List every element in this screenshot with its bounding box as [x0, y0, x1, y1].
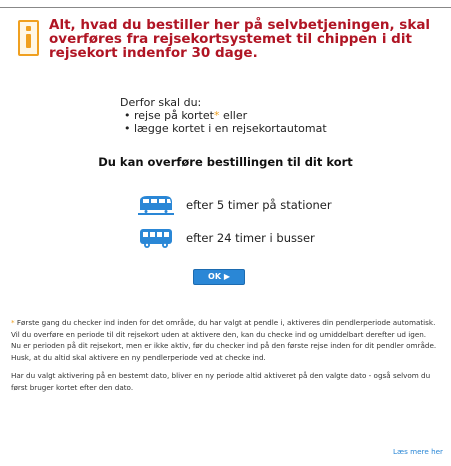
instructions: Derfor skal du: rejse på kortet* eller l… — [120, 96, 327, 135]
instructions-list: rejse på kortet* eller lægge kortet i en… — [120, 109, 327, 135]
bus-method-label: efter 24 timer i busser — [186, 231, 315, 245]
footnote: * Første gang du checker ind inden for d… — [11, 318, 436, 327]
alert-box: Alt, hvad du bestiller her på selvbetjen… — [10, 18, 440, 60]
footnotes: * Første gang du checker ind inden for d… — [11, 317, 443, 393]
footnote: Nu er perioden på dit rejsekort, men er … — [11, 341, 437, 362]
ok-button[interactable]: OK ▶ — [193, 269, 245, 285]
list-item: rejse på kortet* eller — [124, 109, 327, 122]
bus-icon — [140, 229, 172, 248]
top-divider — [0, 7, 451, 8]
alert-message: Alt, hvad du bestiller her på selvbetjen… — [49, 17, 431, 61]
train-icon — [138, 196, 174, 215]
list-item: lægge kortet i en rejsekortautomat — [124, 122, 327, 135]
footnote: Vil du overføre en periode til dit rejse… — [11, 329, 427, 339]
train-method: efter 5 timer på stationer — [138, 193, 332, 217]
read-more-link[interactable]: Læs mere her — [393, 447, 443, 456]
footnote: Har du valgt aktivering på en bestemt da… — [11, 371, 431, 392]
bus-method: efter 24 timer i busser — [138, 226, 315, 250]
train-method-label: efter 5 timer på stationer — [186, 198, 332, 212]
transfer-title: Du kan overføre bestillingen til dit kor… — [98, 155, 353, 169]
instructions-heading: Derfor skal du: — [120, 96, 202, 109]
info-icon — [18, 20, 39, 56]
